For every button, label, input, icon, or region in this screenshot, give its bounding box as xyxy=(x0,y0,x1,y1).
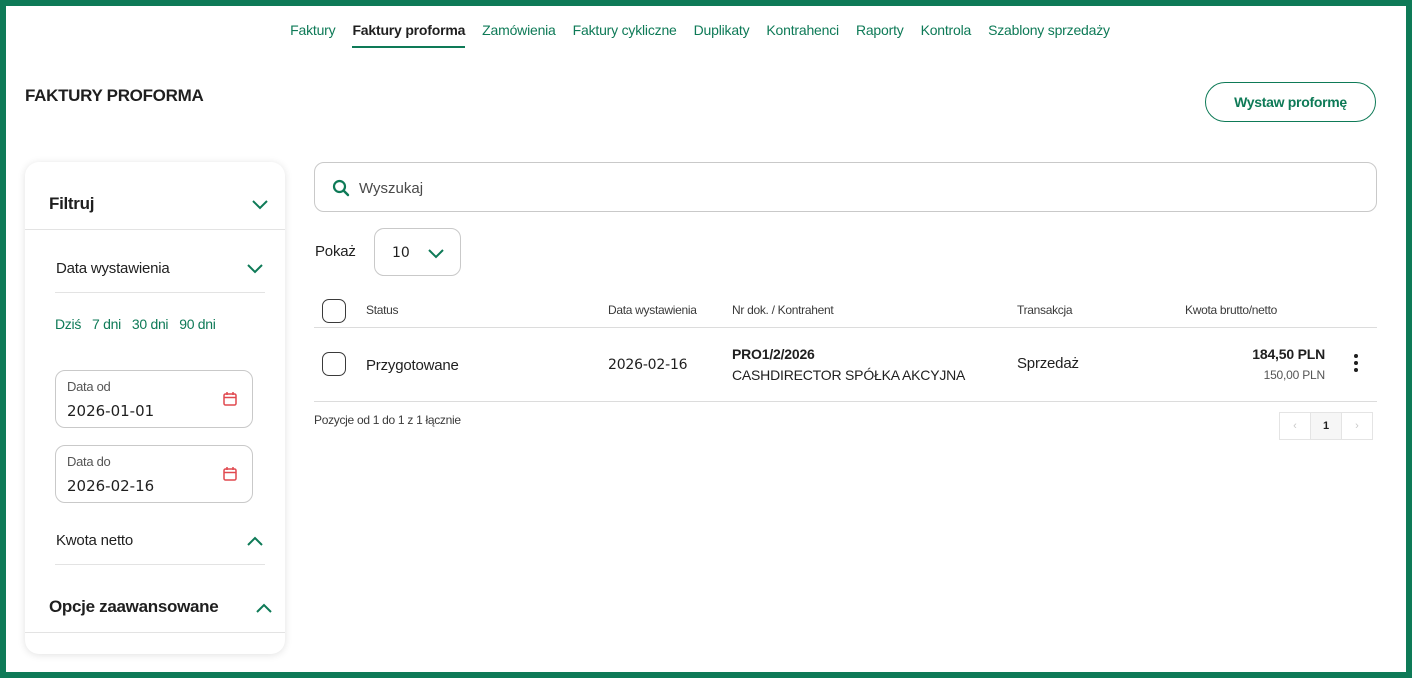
chevron-down-icon[interactable] xyxy=(246,263,264,275)
page-title: FAKTURY PROFORMA xyxy=(25,86,204,105)
page-size-label: Pokaż xyxy=(315,243,356,260)
column-header-status[interactable]: Status xyxy=(366,303,399,317)
quick-range-today[interactable]: Dziś xyxy=(55,316,81,332)
quick-range-30-days[interactable]: 30 dni xyxy=(132,316,169,332)
row-net-amount: 150,00 PLN xyxy=(1263,368,1326,382)
row-actions-menu-icon[interactable] xyxy=(1351,354,1361,376)
chevron-down-icon[interactable] xyxy=(251,199,269,211)
column-header-transaction[interactable]: Transakcja xyxy=(1017,303,1073,317)
amount-section-label: Kwota netto xyxy=(56,532,134,549)
pagination: ‹ 1 › xyxy=(1279,412,1373,440)
date-to-value[interactable]: 2026-02-16 xyxy=(67,477,154,495)
divider xyxy=(25,229,285,230)
chevron-down-icon xyxy=(427,248,445,260)
nav-raporty[interactable]: Raporty xyxy=(856,18,904,48)
nav-duplikaty[interactable]: Duplikaty xyxy=(694,18,750,48)
quick-date-ranges: Dziś 7 dni 30 dni 90 dni xyxy=(55,316,216,332)
chevron-up-icon[interactable] xyxy=(246,535,264,547)
nav-kontrahenci[interactable]: Kontrahenci xyxy=(766,18,839,48)
row-date: 2026-02-16 xyxy=(608,357,688,373)
divider xyxy=(55,292,265,293)
select-all-checkbox[interactable] xyxy=(322,299,346,323)
filter-panel: Filtruj Data wystawienia Dziś 7 dni 30 d… xyxy=(25,162,285,654)
chevron-up-icon[interactable] xyxy=(255,602,273,614)
divider xyxy=(55,564,265,565)
row-checkbox[interactable] xyxy=(322,352,346,376)
calendar-icon[interactable] xyxy=(222,391,238,407)
date-from-label: Data od xyxy=(67,379,111,394)
divider xyxy=(25,632,285,633)
nav-faktury-proforma[interactable]: Faktury proforma xyxy=(352,18,465,48)
table-header-divider xyxy=(314,327,1377,328)
calendar-icon[interactable] xyxy=(222,466,238,482)
pagination-page-1[interactable]: 1 xyxy=(1310,412,1342,440)
table-row-divider xyxy=(314,401,1377,402)
nav-faktury-cykliczne[interactable]: Faktury cykliczne xyxy=(573,18,677,48)
row-transaction: Sprzedaż xyxy=(1017,355,1079,372)
column-header-date[interactable]: Data wystawienia xyxy=(608,303,697,317)
search-icon xyxy=(332,179,350,197)
column-header-amount[interactable]: Kwota brutto/netto xyxy=(1185,303,1277,317)
pagination-prev-button[interactable]: ‹ xyxy=(1279,412,1311,440)
issue-proforma-button[interactable]: Wystaw proformę xyxy=(1205,82,1376,122)
quick-range-7-days[interactable]: 7 dni xyxy=(92,316,121,332)
date-to-label: Data do xyxy=(67,454,111,469)
search-bar xyxy=(314,162,1377,212)
filter-title: Filtruj xyxy=(49,194,95,213)
date-section-label: Data wystawienia xyxy=(56,260,170,277)
column-header-document[interactable]: Nr dok. / Kontrahent xyxy=(732,303,834,317)
nav-zamowienia[interactable]: Zamówienia xyxy=(482,18,556,48)
search-input[interactable] xyxy=(359,175,1339,201)
date-from-field[interactable]: Data od 2026-01-01 xyxy=(55,370,253,428)
advanced-options-label: Opcje zaawansowane xyxy=(49,597,219,616)
nav-kontrola[interactable]: Kontrola xyxy=(921,18,972,48)
date-from-value[interactable]: 2026-01-01 xyxy=(67,402,154,420)
page-size-select[interactable]: 10 xyxy=(374,228,461,276)
page-size-value: 10 xyxy=(392,245,410,261)
date-to-field[interactable]: Data do 2026-02-16 xyxy=(55,445,253,503)
row-status: Przygotowane xyxy=(366,357,459,374)
quick-range-90-days[interactable]: 90 dni xyxy=(179,316,216,332)
row-document-number[interactable]: PRO1/2/2026 xyxy=(732,346,815,362)
row-contractor: CASHDIRECTOR SPÓŁKA AKCYJNA xyxy=(732,367,966,383)
nav-faktury[interactable]: Faktury xyxy=(290,18,335,48)
top-navigation: Faktury Faktury proforma Zamówienia Fakt… xyxy=(0,18,1400,48)
pagination-next-button[interactable]: › xyxy=(1341,412,1373,440)
row-gross-amount: 184,50 PLN xyxy=(1252,346,1325,362)
table-summary: Pozycje od 1 do 1 z 1 łącznie xyxy=(314,413,461,427)
nav-szablony-sprzedazy[interactable]: Szablony sprzedaży xyxy=(988,18,1110,48)
